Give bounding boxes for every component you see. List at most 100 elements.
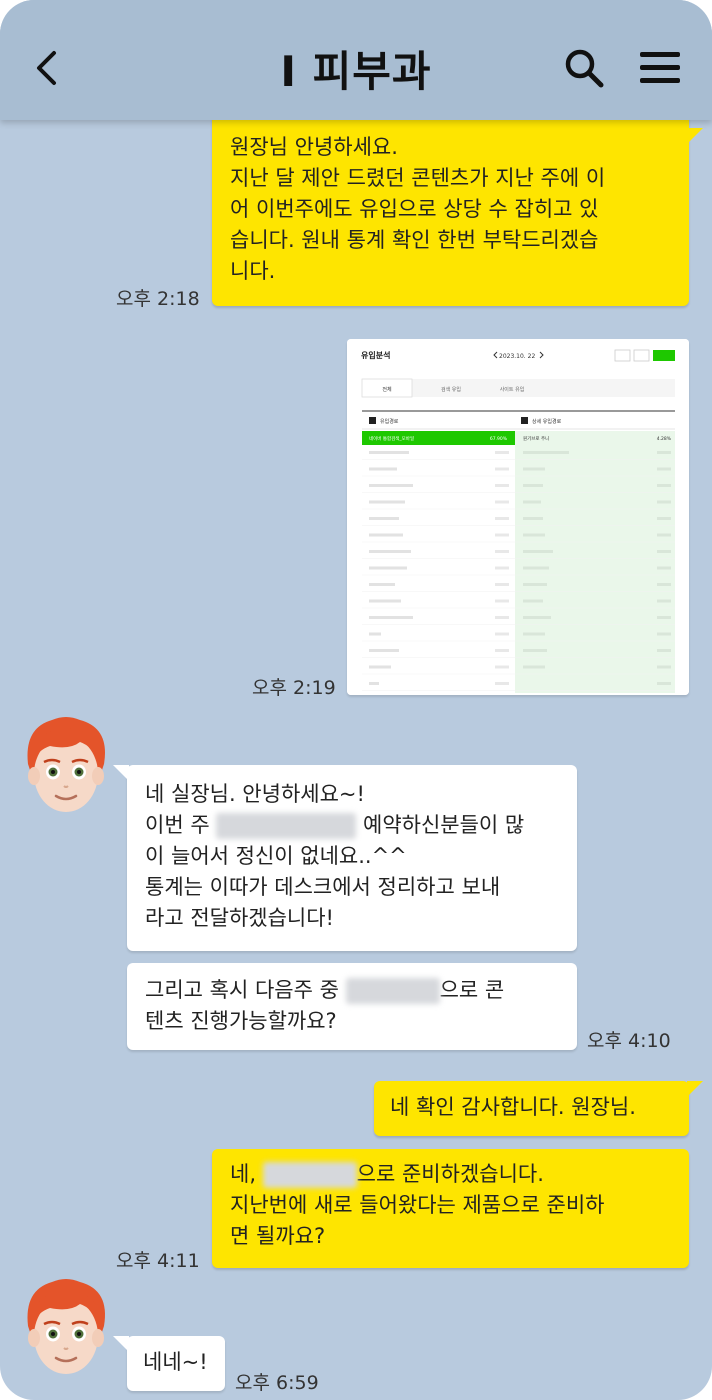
thumbnail-row-placeholder — [369, 451, 409, 454]
thumbnail-row-placeholder — [495, 632, 509, 636]
thumbnail-row-placeholder — [657, 451, 671, 454]
thumbnail-row-placeholder — [369, 649, 399, 652]
their-message-bubble[interactable]: 그리고 혹시 다음주 중 으로 콘 텐츠 진행가능할까요? — [127, 963, 577, 1050]
redacted-text — [262, 1162, 357, 1188]
analytics-highlight-left: 네이버 통합검색_모바일 — [369, 435, 414, 442]
analytics-screenshot-image[interactable]: 유입분석 2023.10. 22 전체 검색 유입 사이트 유입 유입경로 상세… — [347, 339, 689, 695]
thumbnail-row-placeholder — [523, 517, 543, 520]
thumbnail-row-placeholder — [495, 467, 509, 471]
thumbnail-row-placeholder — [657, 500, 671, 504]
analytics-left-header: 유입경로 — [380, 418, 399, 425]
avatar[interactable] — [20, 1274, 112, 1382]
thumbnail-row-placeholder — [369, 665, 391, 669]
thumbnail-row-placeholder — [495, 517, 509, 520]
menu-button[interactable] — [638, 50, 682, 86]
message-text: 그리고 혹시 다음주 중 으로 콘 텐츠 진행가능할까요? — [145, 975, 559, 1037]
message-time: 오후 6:59 — [235, 1372, 319, 1394]
thumbnail-row-placeholder — [495, 599, 509, 603]
analytics-highlight-right: 원기브로 주니 — [523, 435, 549, 442]
analytics-right-header: 상세 유입경로 — [532, 418, 562, 425]
thumbnail-row-placeholder — [523, 599, 543, 603]
thumbnail-row-placeholder — [369, 583, 395, 586]
bubble-tail — [113, 765, 129, 781]
thumbnail-row-placeholder — [657, 632, 671, 636]
search-icon — [565, 49, 604, 88]
thumbnail-row-placeholder — [495, 533, 509, 537]
thumbnail-row-placeholder — [495, 583, 509, 586]
thumbnail-row-placeholder — [495, 484, 509, 487]
redacted-text — [216, 813, 357, 839]
thumbnail-row-placeholder — [523, 467, 545, 471]
thumbnail-row-placeholder — [657, 665, 671, 669]
message-time: 오후 4:11 — [116, 1250, 200, 1272]
thumbnail-row-placeholder — [657, 649, 671, 652]
chat-header: I 피부과 — [0, 0, 712, 120]
message-time: 오후 2:19 — [252, 677, 336, 699]
thumbnail-row-placeholder — [657, 682, 671, 685]
analytics-table-thumbnail: 유입분석 2023.10. 22 전체 검색 유입 사이트 유입 유입경로 상세… — [347, 339, 689, 695]
analytics-tab: 전체 — [382, 386, 392, 393]
message-text: 원장님 안녕하세요. 지난 달 제안 드렸던 콘텐츠가 지난 주에 이 어 이번… — [230, 135, 606, 283]
my-message-bubble[interactable]: 네 확인 감사합니다. 원장님. — [374, 1081, 703, 1136]
thumbnail-row-placeholder — [495, 566, 509, 570]
avatar[interactable] — [20, 712, 112, 820]
thumbnail-row-placeholder — [369, 616, 413, 619]
analytics-tab: 검색 유입 — [441, 386, 461, 393]
thumbnail-row-placeholder — [369, 566, 407, 570]
hamburger-menu-icon — [640, 52, 680, 83]
their-message-bubble[interactable]: 네 실장님. 안녕하세요~! 이번 주 예약하신분들이 많 이 늘어서 정신이 … — [113, 765, 577, 951]
message-time: 오후 2:18 — [116, 288, 200, 310]
thumbnail-row-placeholder — [657, 583, 671, 586]
message-text-part: 그리고 혹시 다음주 중 — [145, 978, 346, 1002]
thumbnail-row-placeholder — [523, 566, 549, 570]
thumbnail-row-placeholder — [495, 665, 509, 669]
message-text: 네 실장님. 안녕하세요~! 이번 주 예약하신분들이 많 이 늘어서 정신이 … — [145, 779, 559, 934]
thumbnail-row-placeholder — [523, 632, 545, 636]
thumbnail-row-placeholder — [495, 682, 509, 685]
analytics-highlight-left-value: 67.90% — [490, 436, 508, 442]
thumbnail-row-placeholder — [495, 649, 509, 652]
thumbnail-row-placeholder — [369, 533, 403, 537]
thumbnail-row-placeholder — [495, 550, 509, 553]
thumbnail-row-placeholder — [523, 451, 569, 454]
analytics-title: 유입분석 — [361, 350, 390, 360]
thumbnail-row-placeholder — [369, 550, 411, 553]
thumbnail-row-placeholder — [495, 500, 509, 504]
message-text: 네네~! — [143, 1350, 208, 1374]
their-message-bubble[interactable]: 네네~! — [113, 1336, 225, 1391]
thumbnail-row-placeholder — [523, 665, 545, 669]
thumbnail-row-placeholder — [369, 467, 397, 471]
thumbnail-row-placeholder — [657, 566, 671, 570]
thumbnail-row-placeholder — [657, 533, 671, 537]
thumbnail-row-placeholder — [657, 616, 671, 619]
my-message-bubble[interactable]: 네, 으로 준비하겠습니다. 지난번에 새로 들어왔다는 제품으로 준비하 면 … — [212, 1149, 689, 1268]
thumbnail-row-placeholder — [369, 484, 413, 487]
thumbnail-row-placeholder — [369, 517, 399, 520]
message-text: 네 확인 감사합니다. 원장님. — [390, 1095, 636, 1119]
thumbnail-row-placeholder — [657, 484, 671, 487]
bubble-tail — [687, 1081, 703, 1097]
chat-screen: I 피부과 원장님 안녕하세요. 지난 달 제안 드렸던 콘텐츠가 지난 주에 … — [0, 0, 712, 1400]
message-time: 오후 4:10 — [587, 1030, 671, 1052]
thumbnail-row-placeholder — [523, 616, 551, 619]
thumbnail-row-placeholder — [523, 649, 547, 652]
thumbnail-row-placeholder — [369, 500, 405, 504]
analytics-highlight-right-value: 4.28% — [657, 436, 672, 442]
thumbnail-row-placeholder — [495, 616, 509, 619]
analytics-date: 2023.10. 22 — [499, 353, 535, 360]
thumbnail-row-placeholder — [369, 682, 379, 685]
my-message-bubble[interactable]: 원장님 안녕하세요. 지난 달 제안 드렸던 콘텐츠가 지난 주에 이 어 이번… — [212, 112, 703, 306]
thumbnail-row-placeholder — [657, 517, 671, 520]
message-text-part: 네, — [230, 1162, 263, 1186]
red-haired-person-avatar-icon — [27, 717, 105, 812]
thumbnail-row-placeholder — [657, 550, 671, 553]
search-button[interactable] — [564, 48, 606, 90]
thumbnail-row-placeholder — [523, 550, 553, 553]
thumbnail-row-placeholder — [523, 484, 543, 487]
thumbnail-row-placeholder — [657, 599, 671, 603]
bubble-tail — [113, 1336, 129, 1352]
thumbnail-row-placeholder — [657, 467, 671, 471]
thumbnail-row-placeholder — [495, 451, 509, 454]
message-text: 네, 으로 준비하겠습니다. 지난번에 새로 들어왔다는 제품으로 준비하 면 … — [230, 1159, 671, 1252]
thumbnail-row-placeholder — [523, 500, 541, 504]
